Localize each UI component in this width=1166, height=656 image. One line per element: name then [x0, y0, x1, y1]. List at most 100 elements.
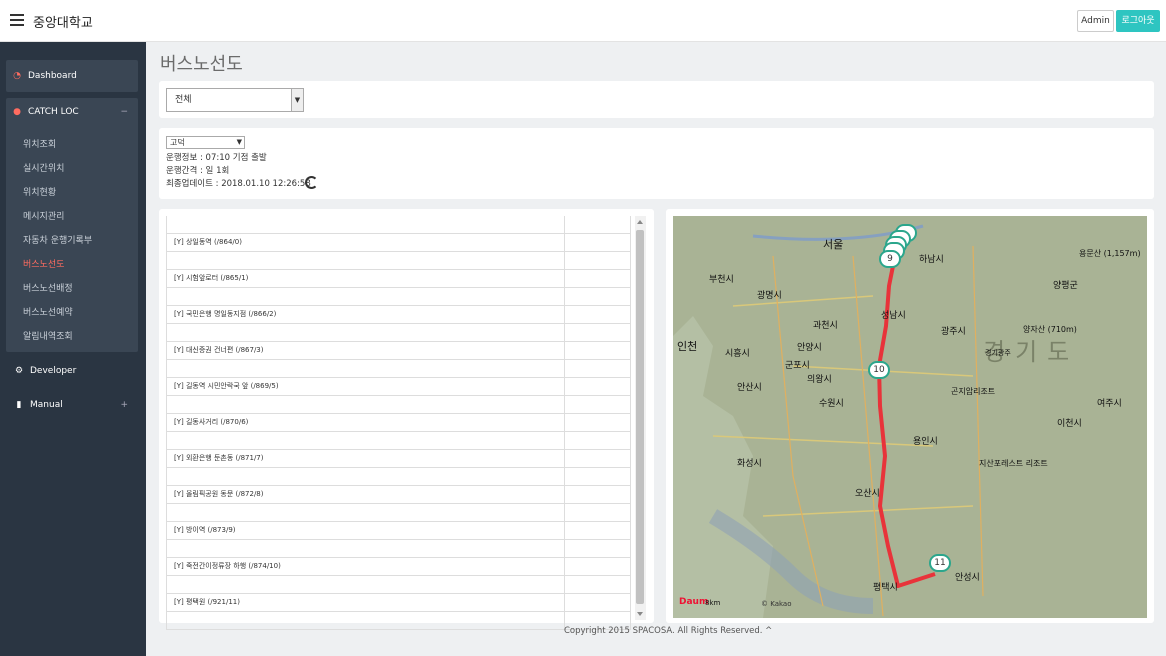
top-bar: 중앙대학교 Admin 로그아웃: [0, 0, 1166, 42]
sidebar-subitem[interactable]: 자동차 운행기록부: [23, 233, 92, 246]
table-row[interactable]: [166, 612, 631, 630]
menu-icon[interactable]: [10, 14, 24, 26]
map-label: 광주시: [941, 327, 966, 337]
sidebar-subitem[interactable]: 알림내역조회: [23, 329, 73, 342]
sidebar-subitem[interactable]: 위치조회: [23, 137, 56, 150]
scroll-down-icon[interactable]: [637, 612, 643, 616]
table-row[interactable]: [166, 576, 631, 594]
table-row[interactable]: [Y] 방이역 (/873/9): [166, 522, 631, 540]
scroll-up-icon[interactable]: [637, 220, 643, 224]
gears-icon: ⚙: [14, 366, 24, 376]
map-label: 안양시: [797, 343, 822, 353]
stops-table: [Y] 상일동역 (/864/0) [Y] 시험앞로터 (/865/1) [Y] 국…: [166, 216, 631, 630]
map-label: 성남시: [881, 311, 906, 321]
table-row[interactable]: [Y] 상일동역 (/864/0): [166, 234, 631, 252]
stop-name-cell: [Y] 길동역 시민안락국 앞 (/869/5): [167, 378, 565, 395]
stop-name-cell: [Y] 올림픽공원 동문 (/872/8): [167, 486, 565, 503]
table-cell: [167, 360, 565, 377]
map-marker-9[interactable]: 9: [879, 250, 901, 268]
sidebar-subitem[interactable]: 메시지관리: [23, 209, 64, 222]
map-pin-icon: ●: [13, 107, 21, 117]
table-row[interactable]: [Y] 국민은행 명일동지점 (/866/2): [166, 306, 631, 324]
chevron-down-icon: ▼: [236, 138, 242, 146]
schedule-text: 운행정보 : 07:10 기점 출발: [166, 153, 267, 163]
stop-name-cell: [Y] 죽전간이정류장 하행 (/874/10): [167, 558, 565, 575]
map-label: 양자산 (710m): [1023, 325, 1077, 334]
table-row[interactable]: [166, 360, 631, 378]
table-row[interactable]: [Y] 길동사거리 (/870/6): [166, 414, 631, 432]
route-filter-value: 전체: [175, 95, 192, 105]
sidebar: ◔ Dashboard ● CATCH LOC − 위치조회 실시간위치 위치현황 …: [0, 42, 146, 656]
scrollbar[interactable]: [635, 216, 646, 620]
sidebar-subitem[interactable]: 실시간위치: [23, 161, 64, 174]
table-row[interactable]: [166, 216, 631, 234]
map-label: 용문산 (1,157m): [1079, 249, 1141, 258]
logout-button[interactable]: 로그아웃: [1116, 10, 1160, 32]
table-cell: [167, 576, 565, 593]
map-marker-11[interactable]: 11: [929, 554, 951, 572]
route-select[interactable]: 고덕 ▼: [166, 136, 245, 149]
table-cell: [167, 432, 565, 449]
map-label: 서울: [823, 238, 844, 251]
brand-title: 중앙대학교: [33, 16, 93, 31]
table-cell: [167, 504, 565, 521]
table-row[interactable]: [166, 504, 631, 522]
sidebar-subitem[interactable]: 버스노선예약: [23, 305, 73, 318]
route-filter-select[interactable]: 전체 ▼: [166, 88, 304, 112]
refresh-icon[interactable]: [305, 176, 318, 189]
table-row[interactable]: [Y] 올림픽공원 동문 (/872/8): [166, 486, 631, 504]
table-row[interactable]: [Y] 외환은행 둔촌동 (/871/7): [166, 450, 631, 468]
map-label: 안산시: [737, 383, 762, 393]
sidebar-item-label: Dashboard: [28, 71, 77, 81]
map-label: 광명시: [757, 291, 782, 301]
table-row[interactable]: [Y] 대신증권 건너편 (/867/3): [166, 342, 631, 360]
map-label: 이천시: [1057, 419, 1082, 429]
scroll-thumb[interactable]: [636, 230, 644, 604]
table-cell: [167, 540, 565, 557]
table-row[interactable]: [Y] 길동역 시민안락국 앞 (/869/5): [166, 378, 631, 396]
table-row[interactable]: [166, 324, 631, 342]
table-row[interactable]: [166, 252, 631, 270]
table-row[interactable]: [166, 396, 631, 414]
map-label: 부천시: [709, 275, 734, 285]
sidebar-item-label: Manual: [30, 400, 63, 410]
admin-button[interactable]: Admin: [1077, 10, 1114, 32]
map-label: 경기광주: [985, 349, 1011, 357]
map-scale: 8km: [705, 599, 721, 607]
map-copyright: © Kakao: [761, 600, 792, 608]
map-marker-10[interactable]: 10: [868, 361, 890, 379]
stop-name-cell: [Y] 외환은행 둔촌동 (/871/7): [167, 450, 565, 467]
table-row[interactable]: [166, 432, 631, 450]
sidebar-item-manual[interactable]: ▮ Manual +: [6, 394, 138, 416]
sidebar-item-developer[interactable]: ⚙ Developer: [6, 360, 138, 382]
map-label: 안성시: [955, 573, 980, 583]
expand-icon[interactable]: +: [120, 394, 128, 416]
sidebar-item-dashboard[interactable]: ◔ Dashboard: [6, 60, 138, 92]
sidebar-item-label: CATCH LOC: [28, 107, 79, 117]
map-label: 군포시: [785, 361, 810, 371]
table-row[interactable]: [Y] 시험앞로터 (/865/1): [166, 270, 631, 288]
map-label: 인천: [677, 340, 698, 353]
collapse-icon[interactable]: −: [120, 98, 128, 126]
table-row[interactable]: [Y] 평택원 (/921/11): [166, 594, 631, 612]
route-map[interactable]: 경기도 서울 하남시 부천시 광명시 과천시 성남시 광주시 인천 시흥시 안양…: [673, 216, 1147, 618]
table-cell: [167, 288, 565, 305]
table-cell: [167, 612, 565, 629]
stops-panel: [Y] 상일동역 (/864/0) [Y] 시험앞로터 (/865/1) [Y] 국…: [159, 209, 654, 630]
map-label: 여주시: [1097, 399, 1122, 409]
sidebar-subitem[interactable]: 위치현황: [23, 185, 56, 198]
page-title: 버스노선도: [160, 54, 243, 75]
sidebar-subitem[interactable]: 버스노선배정: [23, 281, 73, 294]
map-label: 양평군: [1053, 281, 1078, 291]
sidebar-subitem-active[interactable]: 버스노선도: [23, 257, 64, 270]
table-row[interactable]: [166, 468, 631, 486]
table-cell: [167, 396, 565, 413]
map-panel: 경기도 서울 하남시 부천시 광명시 과천시 성남시 광주시 인천 시흥시 안양…: [666, 209, 1154, 623]
map-label: 곤지암리조트: [951, 387, 996, 396]
table-row[interactable]: [Y] 죽전간이정류장 하행 (/874/10): [166, 558, 631, 576]
table-row[interactable]: [166, 288, 631, 306]
sidebar-item-catchloc[interactable]: ● CATCH LOC −: [6, 98, 138, 126]
map-label: 화성시: [737, 459, 762, 469]
table-row[interactable]: [166, 540, 631, 558]
updated-text: 최종업데이트 : 2018.01.10 12:26:58: [166, 179, 311, 189]
